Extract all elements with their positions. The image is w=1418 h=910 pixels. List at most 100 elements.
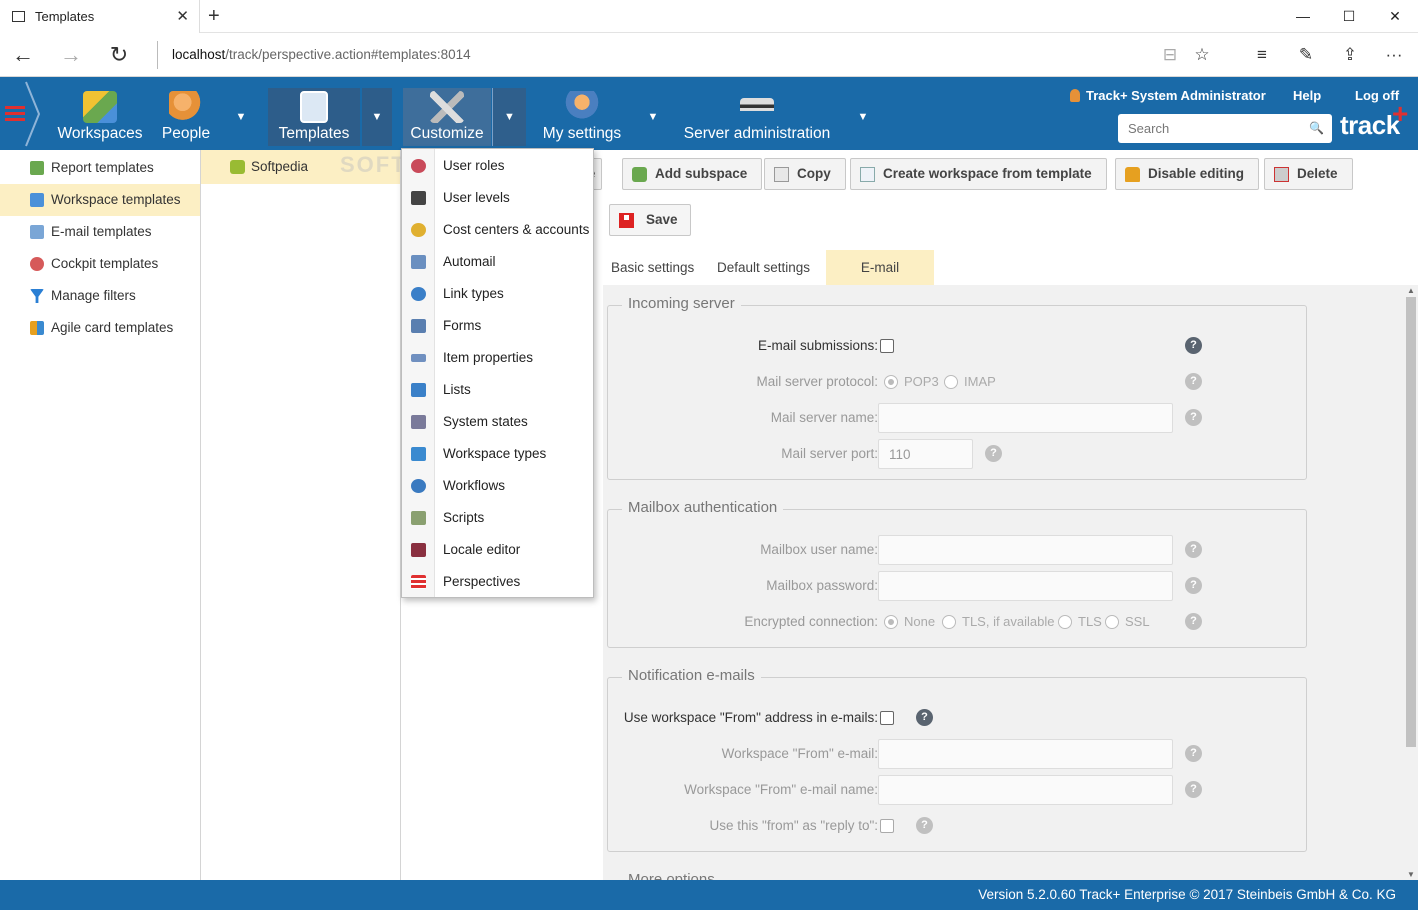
help-icon[interactable]: ? bbox=[1185, 541, 1202, 558]
from-name-input[interactable] bbox=[878, 775, 1173, 805]
save-button[interactable]: Save bbox=[609, 204, 691, 236]
use-from-checkbox[interactable] bbox=[880, 711, 894, 725]
create-workspace-button[interactable]: Create workspace from template bbox=[850, 158, 1107, 190]
none-radio[interactable] bbox=[884, 615, 898, 629]
mail-protocol-row: Mail server protocol: POP3 IMAP ? bbox=[608, 367, 1308, 397]
new-tab-button[interactable]: + bbox=[208, 4, 220, 28]
menu-item-forms[interactable]: Forms bbox=[402, 310, 594, 342]
menu-item-link-types[interactable]: Link types bbox=[402, 278, 594, 310]
mail-server-name-input[interactable] bbox=[878, 403, 1173, 433]
tls-if-available-radio[interactable] bbox=[942, 615, 956, 629]
menu-item-workflows[interactable]: Workflows bbox=[402, 470, 594, 502]
reply-to-checkbox[interactable] bbox=[880, 819, 894, 833]
tab-basic-settings[interactable]: Basic settings bbox=[601, 250, 704, 285]
email-submissions-checkbox[interactable] bbox=[880, 339, 894, 353]
mail-protocol-label: Mail server protocol: bbox=[756, 374, 878, 389]
nav-workspaces[interactable]: Workspaces bbox=[52, 88, 148, 146]
search-icon[interactable]: 🔍 bbox=[1309, 114, 1324, 143]
nav-templates[interactable]: Templates bbox=[268, 88, 360, 146]
menu-item-locale-editor[interactable]: Locale editor bbox=[402, 534, 594, 566]
help-icon[interactable]: ? bbox=[1185, 781, 1202, 798]
search-input[interactable]: Search 🔍 bbox=[1118, 114, 1332, 143]
menu-item-automail[interactable]: Automail bbox=[402, 246, 594, 278]
sidebar-item-email-templates[interactable]: E-mail templates bbox=[0, 216, 200, 248]
nav-people[interactable]: People bbox=[156, 88, 216, 146]
my-settings-dropdown-icon[interactable]: ▼ bbox=[638, 88, 668, 146]
sidebar-item-workspace-templates[interactable]: Workspace templates bbox=[0, 184, 200, 216]
help-link[interactable]: Help bbox=[1293, 88, 1321, 103]
help-icon[interactable]: ? bbox=[1185, 337, 1202, 354]
templates-dropdown-icon[interactable]: ▼ bbox=[362, 88, 392, 146]
hamburger-menu-icon[interactable] bbox=[5, 106, 25, 121]
help-icon[interactable]: ? bbox=[916, 709, 933, 726]
menu-item-user-roles[interactable]: User roles bbox=[402, 150, 594, 182]
menu-item-system-states[interactable]: System states bbox=[402, 406, 594, 438]
add-subspace-button[interactable]: Add subspace bbox=[622, 158, 763, 190]
menu-item-scripts[interactable]: Scripts bbox=[402, 502, 594, 534]
help-icon[interactable]: ? bbox=[1185, 373, 1202, 390]
help-icon[interactable]: ? bbox=[1185, 745, 1202, 762]
tab-default-settings[interactable]: Default settings bbox=[707, 250, 820, 285]
more-icon[interactable]: ··· bbox=[1380, 42, 1408, 68]
help-icon[interactable]: ? bbox=[1185, 577, 1202, 594]
delete-button[interactable]: Delete bbox=[1264, 158, 1353, 190]
from-email-input[interactable] bbox=[878, 739, 1173, 769]
server-icon bbox=[740, 98, 774, 120]
sidebar-item-report-templates[interactable]: Report templates bbox=[0, 152, 200, 184]
sidebar-item-manage-filters[interactable]: Manage filters bbox=[0, 280, 200, 312]
menu-item-workspace-types[interactable]: Workspace types bbox=[402, 438, 594, 470]
nav-customize[interactable]: Customize bbox=[403, 88, 491, 146]
help-icon[interactable]: ? bbox=[1185, 409, 1202, 426]
help-icon[interactable]: ? bbox=[1185, 613, 1202, 630]
user-icon bbox=[1070, 89, 1080, 102]
menu-item-user-levels[interactable]: User levels bbox=[402, 182, 594, 214]
back-button[interactable]: ← bbox=[8, 41, 38, 69]
copy-button[interactable]: Copy bbox=[764, 158, 846, 190]
nav-my-settings[interactable]: My settings bbox=[536, 88, 628, 146]
tls-radio[interactable] bbox=[1058, 615, 1072, 629]
sidebar-item-cockpit-templates[interactable]: Cockpit templates bbox=[0, 248, 200, 280]
scroll-down-icon[interactable]: ▼ bbox=[1407, 870, 1415, 879]
window-close-button[interactable]: ✕ bbox=[1372, 0, 1418, 33]
copy-icon bbox=[774, 167, 789, 182]
sidebar-item-agile-card-templates[interactable]: Agile card templates bbox=[0, 312, 200, 344]
forward-button[interactable]: → bbox=[56, 41, 86, 69]
help-icon[interactable]: ? bbox=[916, 817, 933, 834]
help-icon[interactable]: ? bbox=[985, 445, 1002, 462]
maximize-button[interactable]: ☐ bbox=[1326, 0, 1372, 33]
reading-view-icon[interactable]: ⊟ bbox=[1156, 42, 1184, 68]
tab-email-settings[interactable]: E-mail settings bbox=[826, 250, 934, 311]
current-user-link[interactable]: Track+ System Administrator bbox=[1070, 88, 1266, 103]
favorite-icon[interactable]: ☆ bbox=[1188, 42, 1216, 68]
menu-item-perspectives[interactable]: Perspectives bbox=[402, 566, 594, 598]
mailbox-user-input[interactable] bbox=[878, 535, 1173, 565]
minimize-button[interactable]: — bbox=[1280, 0, 1326, 33]
share-icon[interactable]: ⇪ bbox=[1336, 42, 1364, 68]
lists-icon bbox=[411, 383, 426, 397]
scroll-up-icon[interactable]: ▲ bbox=[1407, 286, 1415, 295]
perspective-chevron-icon bbox=[25, 81, 41, 147]
hub-icon[interactable]: ≡ bbox=[1248, 42, 1276, 68]
ssl-radio[interactable] bbox=[1105, 615, 1119, 629]
mail-server-port-input[interactable]: 110 bbox=[878, 439, 973, 469]
menu-item-cost-centers[interactable]: Cost centers & accounts bbox=[402, 214, 594, 246]
people-dropdown-icon[interactable]: ▼ bbox=[226, 88, 256, 146]
browser-tab[interactable]: Templates ✕ bbox=[0, 0, 200, 33]
mailbox-password-input[interactable] bbox=[878, 571, 1173, 601]
pop3-radio[interactable] bbox=[884, 375, 898, 389]
disable-editing-button[interactable]: Disable editing bbox=[1115, 158, 1260, 190]
menu-item-item-properties[interactable]: Item properties bbox=[402, 342, 594, 374]
form-scrollbar[interactable]: ▲ ▼ bbox=[1404, 285, 1418, 880]
tls-if-available-label: TLS, if available bbox=[962, 614, 1055, 629]
url-field[interactable]: localhost/track/perspective.action#templ… bbox=[157, 41, 1107, 69]
imap-radio[interactable] bbox=[944, 375, 958, 389]
reload-button[interactable]: ↻ bbox=[104, 41, 134, 69]
tab-close-icon[interactable]: ✕ bbox=[176, 7, 189, 25]
server-admin-dropdown-icon[interactable]: ▼ bbox=[848, 88, 878, 146]
web-note-icon[interactable]: ✎ bbox=[1292, 42, 1320, 68]
nav-server-administration[interactable]: Server administration bbox=[676, 88, 838, 146]
scrollbar-thumb[interactable] bbox=[1406, 297, 1416, 747]
menu-item-lists[interactable]: Lists bbox=[402, 374, 594, 406]
menu-item-label: System states bbox=[443, 414, 528, 429]
customize-dropdown-icon[interactable]: ▼ bbox=[492, 88, 526, 146]
